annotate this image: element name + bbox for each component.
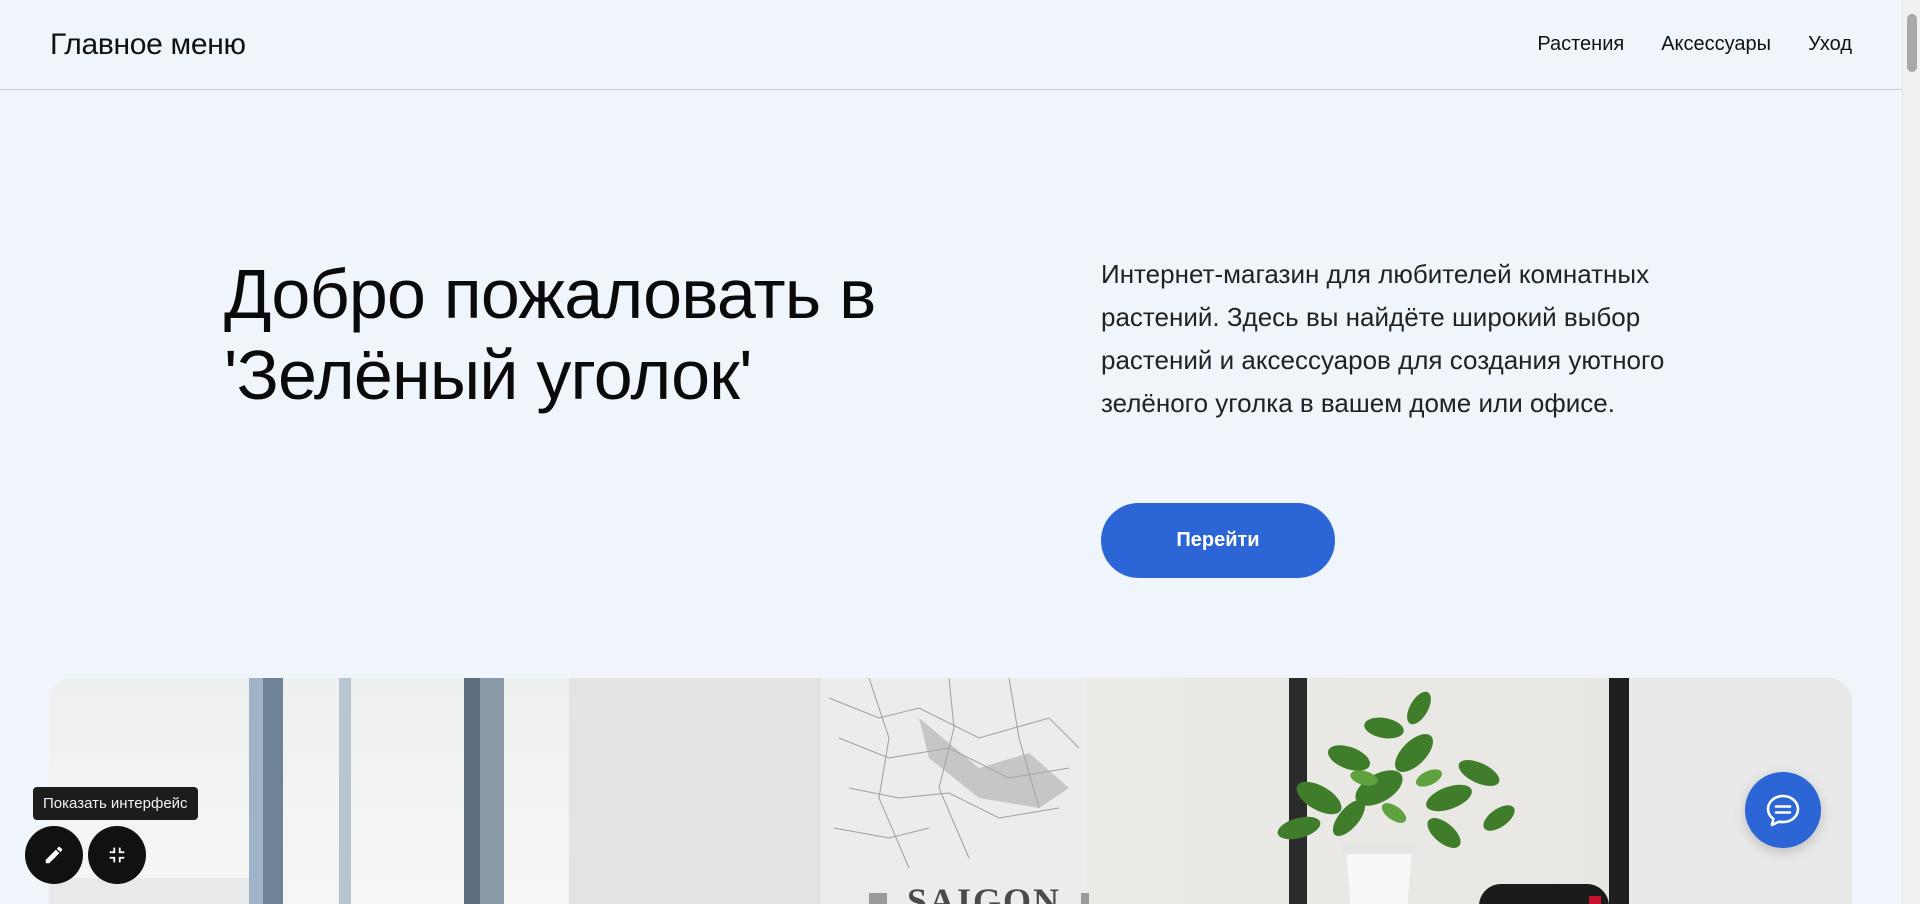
page-scrollbar[interactable]: [1902, 0, 1920, 904]
main-nav: Растения Аксессуары Уход: [1537, 33, 1852, 56]
nav-link-care[interactable]: Уход: [1808, 33, 1852, 56]
scrollbar-thumb[interactable]: [1907, 14, 1917, 72]
site-header: Главное меню Растения Аксессуары Уход: [0, 0, 1902, 90]
edit-button[interactable]: [25, 826, 83, 884]
show-interface-tooltip: Показать интерфейс: [33, 787, 198, 820]
chat-button[interactable]: [1745, 772, 1821, 848]
page: Главное меню Растения Аксессуары Уход До…: [0, 0, 1920, 904]
collapse-icon: [109, 847, 125, 863]
hero-description: Интернет-магазин для любителей комнатных…: [1101, 259, 1665, 418]
hero-image: SAIGON: [49, 678, 1852, 904]
poster-text: SAIGON: [907, 881, 1061, 904]
hero-title: Добро пожаловать в 'Зелёный уголок': [224, 255, 876, 414]
go-button[interactable]: Перейти: [1101, 503, 1335, 578]
chat-icon: [1766, 794, 1800, 827]
pencil-icon: [45, 846, 63, 864]
collapse-button[interactable]: [88, 826, 146, 884]
nav-link-accessories[interactable]: Аксессуары: [1661, 33, 1771, 56]
brand-title[interactable]: Главное меню: [50, 28, 246, 62]
nav-link-plants[interactable]: Растения: [1537, 33, 1624, 56]
